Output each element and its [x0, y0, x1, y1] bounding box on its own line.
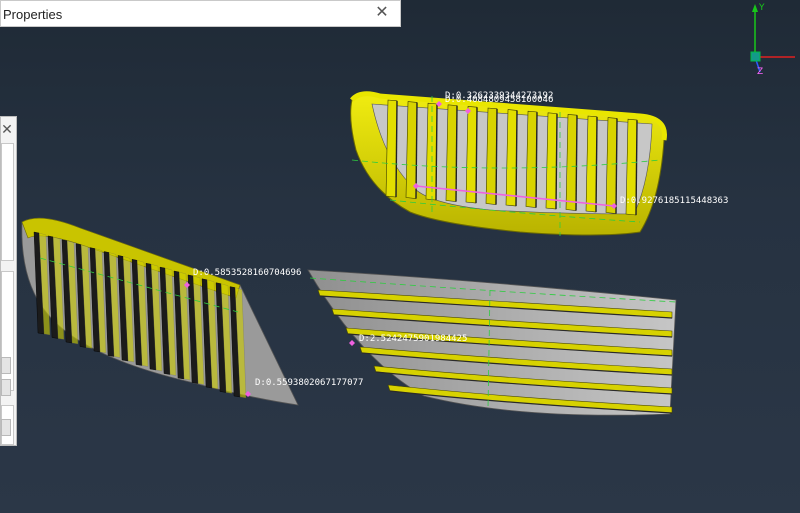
hull-model-top[interactable]	[350, 91, 667, 236]
side-panel-close-icon[interactable]: ✕	[1, 121, 13, 138]
frame-edge	[535, 112, 538, 208]
hull-frame	[605, 117, 618, 214]
origin-cube-icon	[750, 51, 761, 62]
side-panel-button[interactable]	[1, 357, 11, 374]
frame-edge	[555, 113, 558, 210]
frame-edge	[495, 108, 498, 205]
hull-model-left[interactable]	[21, 217, 299, 406]
dimension-label-3: D:0.9276185115448363	[620, 196, 728, 206]
hull-frame	[465, 106, 478, 204]
frame-edge	[515, 110, 518, 207]
side-panel[interactable]: ✕	[0, 116, 17, 446]
hull-frame	[425, 102, 438, 201]
y-axis-label: Y	[758, 3, 765, 13]
z-axis-label: Z	[757, 67, 763, 77]
dimension-label-6: D:0.5593802067177077	[255, 378, 363, 388]
dim-point	[349, 340, 355, 346]
hull-frame	[585, 115, 598, 213]
frame-edge	[475, 107, 478, 204]
properties-window[interactable]: Properties ✕	[0, 0, 401, 27]
properties-title: Properties	[3, 7, 63, 22]
side-panel-button[interactable]	[1, 379, 11, 396]
hull-frame	[545, 112, 558, 210]
frame-edge	[435, 104, 438, 201]
side-panel-box	[1, 143, 14, 261]
dimension-label-4: D:0.5853528160704696	[193, 268, 301, 278]
hull-frame	[385, 99, 398, 198]
dimension-label-5: D:2.5242475901984425	[359, 334, 467, 344]
frame-edge	[595, 116, 598, 213]
frame-edge	[395, 100, 398, 198]
frame-edge	[575, 115, 578, 211]
side-panel-button[interactable]	[1, 419, 11, 436]
hull-frame	[505, 109, 518, 207]
3d-viewport[interactable]: D:0.3262339344273192 D:0.408480945810004…	[0, 0, 800, 513]
close-icon[interactable]: ✕	[374, 4, 390, 22]
hull-frame	[565, 114, 578, 211]
y-axis-arrow-icon	[752, 4, 758, 12]
hull-frame	[445, 104, 458, 202]
axis-triad[interactable]: Y Z	[750, 3, 795, 77]
dimension-label-2: D:0.4084809458100046	[445, 95, 553, 105]
frame-edge	[455, 105, 458, 202]
hull-frame	[485, 107, 498, 205]
hull-frame	[525, 110, 538, 208]
frame-edge	[615, 118, 618, 214]
